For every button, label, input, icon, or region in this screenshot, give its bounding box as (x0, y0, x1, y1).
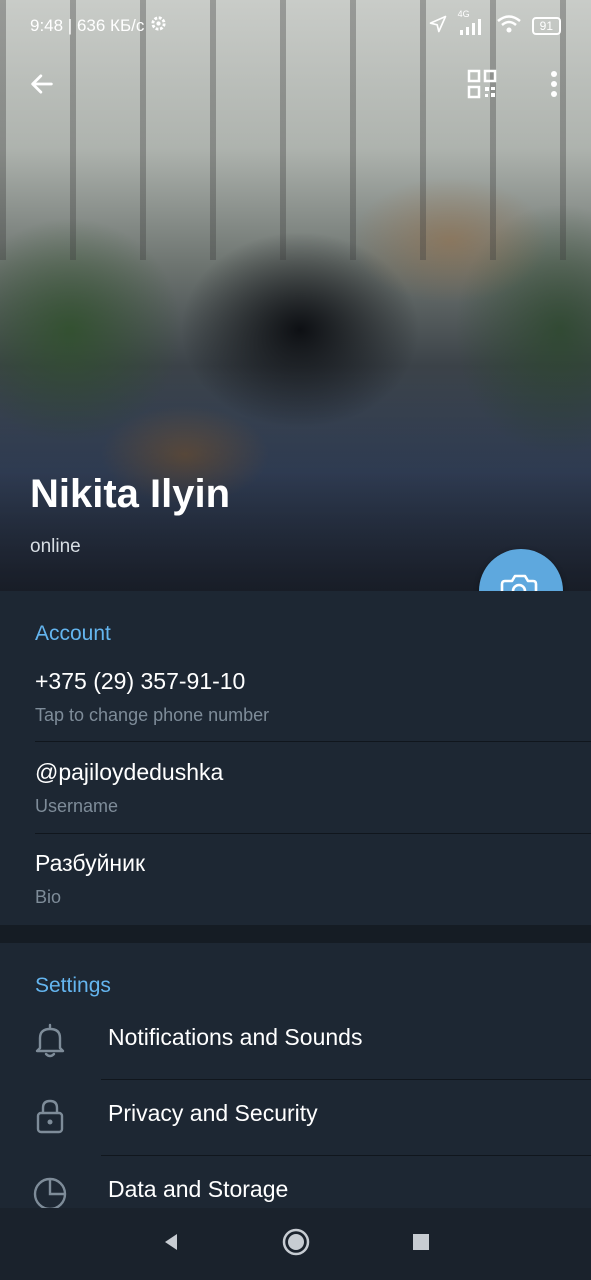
more-vertical-icon (551, 71, 557, 97)
section-gap (0, 925, 591, 943)
wifi-icon (496, 14, 522, 39)
settings-item-label: Data and Storage (108, 1176, 289, 1202)
account-section-title: Account (35, 622, 111, 645)
bell-icon (30, 1020, 70, 1060)
nav-recents-button[interactable] (410, 1231, 432, 1258)
divider (35, 741, 591, 742)
triangle-back-icon (164, 1233, 177, 1250)
phone-hint: Tap to change phone number (35, 705, 270, 725)
qr-code-icon (467, 69, 497, 99)
status-bar: 9:48 | 636 КБ/с 4G 91 (0, 0, 591, 52)
settings-item-privacy[interactable]: Privacy and Security (0, 1078, 591, 1154)
settings-item-label: Privacy and Security (108, 1100, 318, 1126)
lock-icon (30, 1096, 70, 1136)
square-recents-icon (412, 1233, 429, 1250)
signal-icon: 4G (458, 9, 486, 35)
bio-label: Bio (35, 887, 62, 907)
more-options-button[interactable] (534, 64, 574, 104)
system-nav-bar (0, 1208, 591, 1280)
phone-number: +375 (29) 357-91-10 (35, 668, 246, 694)
settings-item-label: Notifications and Sounds (108, 1024, 363, 1050)
profile-name: Nikita Ilyin (30, 472, 231, 516)
bio-value: Разбуйник (35, 850, 146, 876)
nav-back-button[interactable] (160, 1231, 182, 1258)
location-icon (428, 14, 448, 39)
status-time: 9:48 | 636 КБ/с (30, 16, 145, 35)
account-section: Account +375 (29) 357-91-10 Tap to chang… (0, 591, 591, 925)
settings-section-title: Settings (35, 974, 111, 997)
settings-gear-icon (150, 15, 167, 37)
divider (35, 833, 591, 834)
profile-header: 9:48 | 636 КБ/с 4G 91 Nikita Ilyin onlin… (0, 0, 591, 591)
nav-home-button[interactable] (281, 1227, 311, 1262)
settings-item-notifications[interactable]: Notifications and Sounds (0, 1002, 591, 1078)
qr-code-button[interactable] (462, 64, 502, 104)
arrow-left-icon (31, 74, 53, 94)
battery-indicator: 91 (531, 17, 561, 35)
pie-chart-icon (30, 1172, 70, 1212)
network-type: 4G (457, 9, 470, 19)
profile-status: online (30, 536, 81, 557)
back-button[interactable] (22, 64, 62, 104)
username-label: Username (35, 796, 119, 816)
username-value: @pajiloydedushka (35, 759, 224, 785)
settings-section: Settings Notifications and Sounds Privac… (0, 943, 591, 1211)
circle-home-icon (282, 1228, 309, 1255)
